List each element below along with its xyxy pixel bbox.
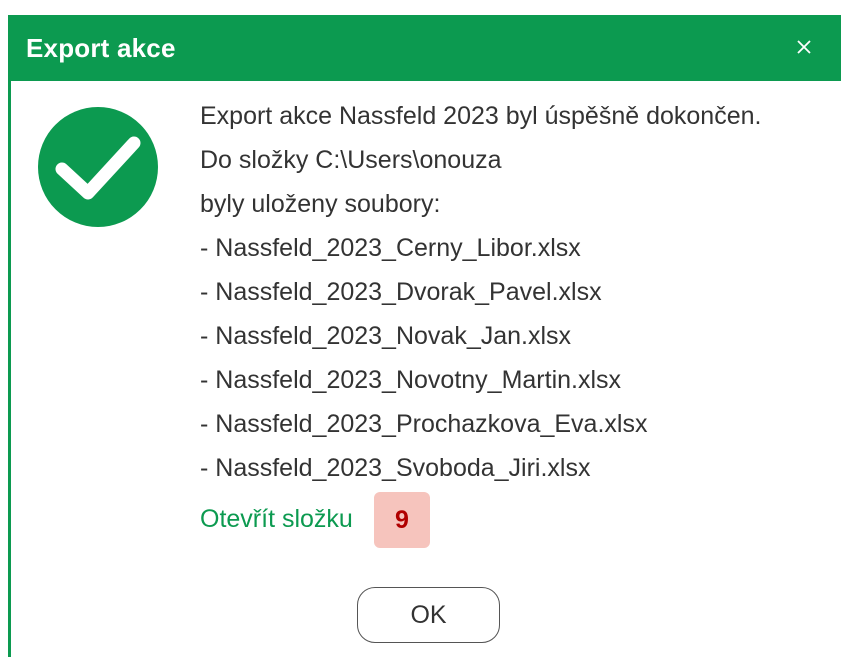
dialog-left-border [8,15,11,657]
message-line: Export akce Nassfeld 2023 byl úspěšně do… [200,102,762,130]
open-folder-link[interactable]: Otevřít složku [200,505,353,534]
ok-button[interactable]: OK [357,587,500,643]
dialog-titlebar: Export akce [10,15,841,81]
close-button[interactable] [789,32,819,62]
file-list-item: - Nassfeld_2023_Prochazkova_Eva.xlsx [200,410,648,438]
top-strip [0,0,841,10]
file-list-item: - Nassfeld_2023_Cerny_Libor.xlsx [200,234,581,262]
check-circle-icon [38,107,158,227]
file-list-item: - Nassfeld_2023_Svoboda_Jiri.xlsx [200,454,591,482]
close-icon [797,40,811,54]
file-list-item: - Nassfeld_2023_Novak_Jan.xlsx [200,322,572,350]
file-list-item: - Nassfeld_2023_Dvorak_Pavel.xlsx [200,278,602,306]
message-line: Do složky C:\Users\onouza [200,146,502,174]
file-list-item: - Nassfeld_2023_Novotny_Martin.xlsx [200,366,622,394]
export-dialog: Export akce Export akce Nassfeld 2023 by… [0,0,841,657]
dialog-title: Export akce [26,33,176,63]
message-line: byly uloženy soubory: [200,190,441,218]
count-badge: 9 [374,492,430,548]
